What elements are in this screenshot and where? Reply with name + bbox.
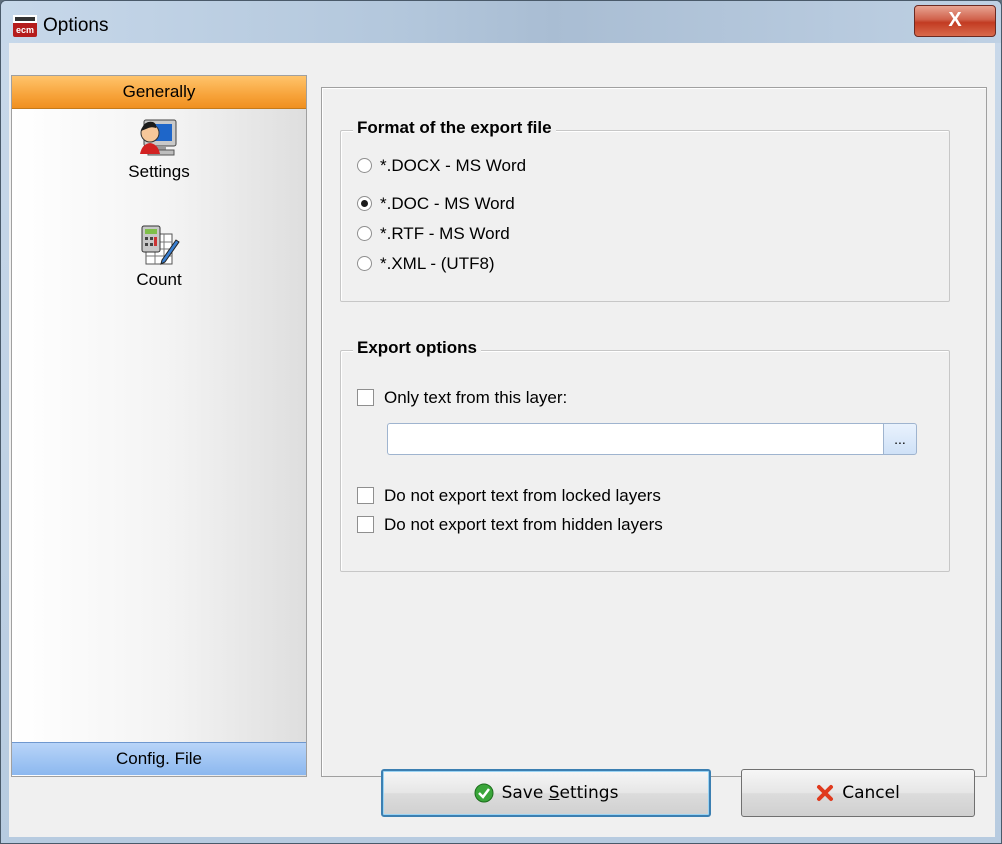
save-settings-button[interactable]: Save Settings	[381, 769, 711, 817]
svg-text:ecm: ecm	[16, 25, 34, 35]
radio-label: *.DOCX - MS Word	[380, 156, 527, 175]
checkmark-icon	[474, 783, 494, 803]
sidebar-footer-config-file[interactable]: Config. File	[12, 742, 306, 775]
dialog-body: Generally Settings Count Config. File Fo…	[9, 43, 995, 837]
save-settings-label: Save Settings	[501, 783, 619, 803]
radio-label: *.RTF - MS Word	[380, 224, 510, 243]
checkbox-label: Do not export text from hidden layers	[384, 515, 663, 534]
cancel-label: Cancel	[842, 783, 900, 803]
calculator-icon	[141, 225, 180, 265]
sidebar-item-label: Settings	[128, 162, 190, 181]
locked-layers-checkbox-row[interactable]: Do not export text from locked layers	[357, 485, 661, 507]
options-panel: Format of the export file *.DOCX - MS Wo…	[321, 87, 987, 777]
browse-layer-button[interactable]: ...	[883, 423, 917, 455]
cancel-button[interactable]: Cancel	[741, 769, 975, 817]
radio-docx[interactable]: *.DOCX - MS Word	[357, 155, 526, 177]
export-options-group: Export options Only text from this layer…	[340, 338, 950, 572]
sidebar-item-count[interactable]: Count	[12, 224, 306, 290]
title-bar[interactable]: ecm Options X	[1, 1, 1001, 43]
close-button[interactable]: X	[914, 5, 996, 37]
window-title: Options	[43, 15, 109, 36]
sidebar: Generally Settings Count Config. File	[11, 75, 307, 777]
export-format-group: Format of the export file *.DOCX - MS Wo…	[340, 118, 950, 302]
hidden-layers-checkbox-row[interactable]: Do not export text from hidden layers	[357, 514, 663, 536]
checkbox-label: Do not export text from locked layers	[384, 486, 661, 505]
sidebar-item-label: Count	[136, 270, 182, 289]
radio-rtf[interactable]: *.RTF - MS Word	[357, 223, 510, 245]
group-title: Format of the export file	[353, 118, 556, 138]
group-title: Export options	[353, 338, 481, 358]
sidebar-item-settings[interactable]: Settings	[12, 116, 306, 182]
hidden-layers-checkbox[interactable]	[357, 516, 374, 534]
layer-name-input[interactable]	[387, 423, 883, 455]
radio-label: *.DOC - MS Word	[380, 194, 515, 213]
radio-button[interactable]	[357, 158, 372, 174]
user-computer-icon	[140, 119, 177, 156]
radio-doc[interactable]: *.DOC - MS Word	[357, 193, 515, 215]
radio-xml[interactable]: *.XML - (UTF8)	[357, 253, 495, 275]
radio-label: *.XML - (UTF8)	[380, 254, 495, 273]
app-logo-icon: ecm	[13, 15, 37, 37]
cancel-x-icon	[817, 785, 834, 801]
sidebar-header-generally[interactable]: Generally	[12, 76, 306, 109]
close-icon: X	[948, 9, 962, 31]
checkbox-label: Only text from this layer:	[384, 388, 568, 407]
radio-button[interactable]	[357, 256, 372, 272]
options-window: ecm Options X Generally Settings Count C…	[0, 0, 1002, 844]
only-layer-checkbox-row[interactable]: Only text from this layer:	[357, 387, 567, 409]
only-layer-checkbox[interactable]	[357, 389, 374, 407]
radio-button[interactable]	[357, 226, 372, 242]
locked-layers-checkbox[interactable]	[357, 487, 374, 505]
radio-button-selected[interactable]	[357, 196, 372, 212]
